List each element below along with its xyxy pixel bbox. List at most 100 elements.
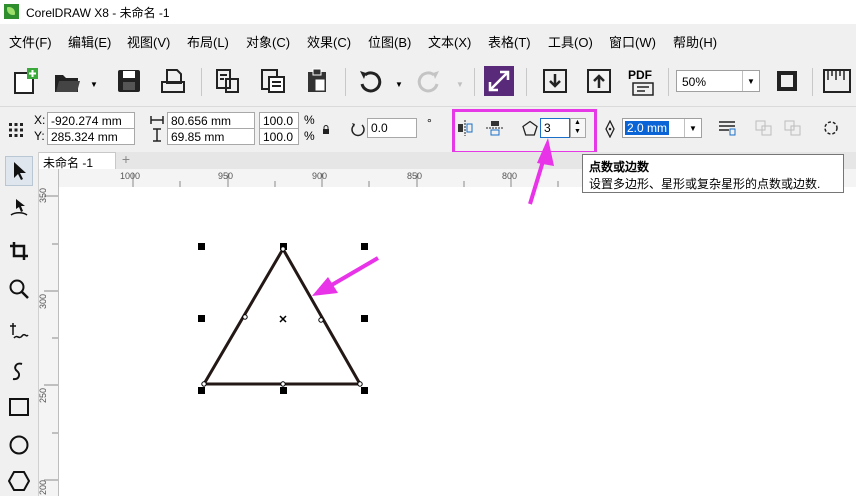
tooltip: 点数或边数 设置多边形、星形或复杂星形的点数或边数. (582, 154, 844, 193)
full-screen-icon[interactable] (772, 66, 802, 96)
export-icon[interactable] (258, 66, 288, 96)
triangle-shape (202, 247, 362, 386)
outline-width-select[interactable]: 2.0 mm ▼ (622, 118, 702, 138)
ruler-label: 300 (38, 293, 48, 309)
menu-edit[interactable]: 编辑(E) (68, 32, 111, 51)
open-folder-icon[interactable] (52, 66, 82, 96)
artistic-media-tool-icon[interactable] (5, 356, 33, 386)
toolbar-separator (668, 68, 669, 96)
import-icon[interactable] (212, 66, 242, 96)
chevron-down-icon[interactable]: ▼ (684, 119, 701, 137)
chevron-down-icon[interactable]: ▼ (742, 71, 759, 91)
scale-height-field[interactable]: 100.0 (259, 128, 299, 145)
property-bar: X: -920.274 mm Y: 285.324 mm 80.656 mm 6… (0, 107, 856, 154)
to-back-icon (784, 120, 802, 139)
menu-bar: 文件(F) 编辑(E) 视图(V) 布局(L) 对象(C) 效果(C) 位图(B… (0, 24, 856, 54)
freehand-tool-icon[interactable] (5, 317, 33, 347)
zoom-level-select[interactable]: 50% ▼ (676, 70, 760, 92)
window-title: CorelDRAW X8 - 未命名 -1 (26, 6, 170, 20)
menu-object[interactable]: 对象(C) (246, 32, 290, 51)
lock-ratio-icon[interactable] (322, 124, 330, 138)
x-position-label: X: (34, 113, 46, 127)
toolbar-separator (474, 68, 475, 96)
ruler-label: 800 (502, 171, 518, 181)
redo-icon (414, 66, 444, 96)
scale-width-field[interactable]: 100.0 (259, 112, 299, 129)
polygon-nodes (201, 246, 363, 387)
clipboard-icon[interactable] (302, 66, 332, 96)
ruler-label: 350 (38, 187, 48, 203)
save-icon[interactable] (114, 66, 144, 96)
center-mark (279, 315, 287, 323)
menu-effects[interactable]: 效果(C) (307, 32, 351, 51)
crop-tool-icon[interactable] (5, 236, 33, 266)
rotation-degree-unit: ° (427, 116, 432, 130)
to-front-icon (755, 120, 773, 139)
export-up-arrow-icon[interactable] (584, 66, 614, 96)
outline-pen-icon (605, 119, 615, 141)
toolbox (0, 152, 39, 496)
publish-pdf-icon[interactable]: PDF (628, 68, 660, 98)
toolbar-separator (526, 68, 527, 96)
toolbar-separator (345, 68, 346, 96)
x-position-field[interactable]: -920.274 mm (47, 112, 135, 129)
convert-to-curves-icon[interactable] (822, 119, 840, 140)
add-tab-icon[interactable]: + (118, 151, 134, 168)
pick-tool-icon[interactable] (5, 156, 33, 186)
ruler-label: 850 (407, 171, 423, 181)
menu-tools[interactable]: 工具(O) (548, 32, 593, 51)
toolbar-separator (812, 68, 813, 96)
new-document-icon[interactable] (10, 66, 40, 96)
ruler-label: 250 (38, 387, 48, 403)
scale-width-unit: % (304, 113, 315, 127)
menu-text[interactable]: 文本(X) (428, 32, 471, 51)
pdf-label: PDF (628, 68, 652, 82)
outline-width-value: 2.0 mm (625, 121, 670, 135)
rotation-angle-field[interactable]: 0.0 (367, 118, 417, 138)
object-width-field[interactable]: 80.656 mm (167, 112, 255, 129)
open-dropdown-icon[interactable]: ▼ (90, 80, 98, 89)
menu-help[interactable]: 帮助(H) (673, 32, 717, 51)
annotation-highlight-box (452, 109, 597, 154)
y-position-field[interactable]: 285.324 mm (47, 128, 135, 145)
title-bar: CorelDRAW X8 - 未命名 -1 (0, 0, 856, 24)
ruler-label: 200 (38, 479, 48, 495)
menu-bitmaps[interactable]: 位图(B) (368, 32, 411, 51)
ellipse-tool-icon[interactable] (5, 430, 33, 460)
zoom-tool-icon[interactable] (5, 274, 33, 304)
ruler-label: 900 (312, 171, 328, 181)
undo-dropdown-icon[interactable]: ▼ (395, 80, 403, 89)
show-rulers-icon[interactable] (822, 66, 852, 96)
print-icon[interactable] (158, 66, 188, 96)
polygon-tool-icon[interactable] (5, 466, 33, 496)
coreldraw-app-icon (4, 4, 19, 19)
menu-file[interactable]: 文件(F) (9, 32, 52, 51)
menu-table[interactable]: 表格(T) (488, 32, 531, 51)
y-position-label: Y: (34, 129, 45, 143)
menu-view[interactable]: 视图(V) (127, 32, 170, 51)
rotation-icon (350, 121, 366, 140)
vertical-ruler[interactable]: 350 300 250 200 (38, 169, 59, 496)
import-down-arrow-icon[interactable] (540, 66, 570, 96)
rectangle-tool-icon[interactable] (5, 392, 33, 422)
tooltip-description: 设置多边形、星形或复杂星形的点数或边数. (589, 177, 821, 191)
object-height-field[interactable]: 69.85 mm (167, 128, 255, 145)
shape-tool-icon[interactable] (5, 192, 33, 222)
search-content-icon[interactable] (484, 66, 514, 96)
drawing-canvas[interactable] (59, 187, 856, 496)
menu-layout[interactable]: 布局(L) (187, 32, 229, 51)
height-arrow-icon (152, 128, 162, 145)
text-wrap-icon[interactable] (718, 120, 736, 139)
menu-window[interactable]: 窗口(W) (609, 32, 656, 51)
toolbar-separator (201, 68, 202, 96)
object-origin-icon[interactable] (8, 122, 24, 141)
width-arrow-icon (150, 114, 164, 128)
redo-dropdown-icon: ▼ (456, 80, 464, 89)
ruler-label: 950 (218, 171, 234, 181)
undo-icon[interactable] (355, 66, 385, 96)
tooltip-title: 点数或边数 (589, 160, 650, 174)
ruler-label: 1000 (120, 171, 141, 181)
scale-height-unit: % (304, 129, 315, 143)
zoom-level-value: 50% (682, 75, 707, 89)
document-tab[interactable]: 未命名 -1 (38, 152, 116, 170)
